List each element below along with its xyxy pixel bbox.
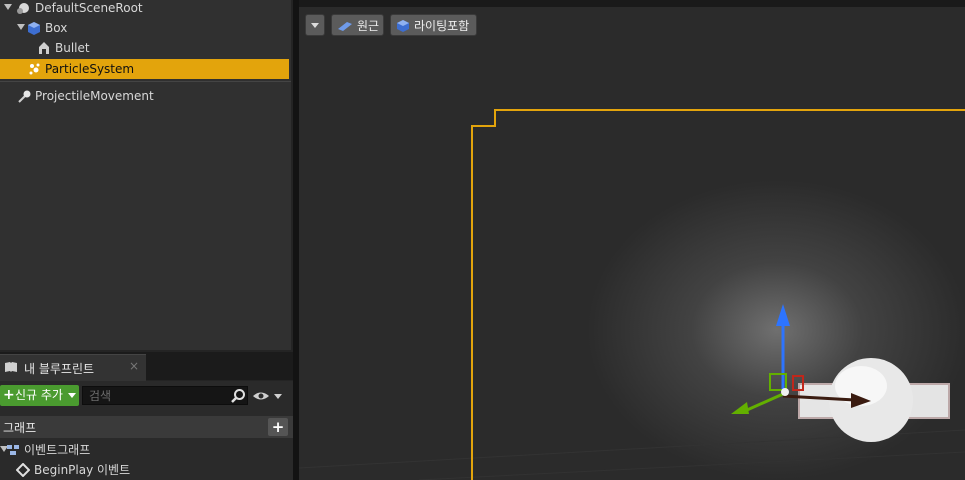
viewport-options-button[interactable] <box>305 14 325 36</box>
tree-item-label: ParticleSystem <box>45 62 135 76</box>
expand-arrow-icon[interactable] <box>4 4 12 10</box>
viewport[interactable] <box>299 0 965 480</box>
perspective-button[interactable]: 원근 <box>331 14 384 36</box>
tree-item-label: Bullet <box>55 41 90 55</box>
tree-item-default-scene-root[interactable]: DefaultSceneRoot <box>0 0 291 18</box>
add-new-label: 신규 추가 <box>15 388 63 402</box>
gizmo-y-arrow[interactable] <box>731 402 749 414</box>
chevron-down-icon <box>68 393 76 398</box>
search-icon[interactable] <box>230 388 246 404</box>
gizmo-center[interactable] <box>781 388 789 396</box>
tree-item-label: ProjectileMovement <box>35 89 154 103</box>
chevron-down-icon <box>311 23 319 28</box>
graphs-section-header[interactable]: 그래프 <box>0 416 293 438</box>
gizmo-y-axis[interactable] <box>746 392 784 412</box>
gizmo-z-arrow[interactable] <box>776 304 790 326</box>
tree-item-bullet[interactable]: Bullet <box>0 38 291 58</box>
add-new-button[interactable]: + 신규 추가 <box>0 385 79 406</box>
tree-item-label: Box <box>45 21 68 35</box>
lit-mode-icon <box>397 20 409 32</box>
tree-item-label: DefaultSceneRoot <box>35 1 143 15</box>
close-icon[interactable]: × <box>129 359 139 373</box>
plus-icon: + <box>3 387 15 403</box>
perspective-icon <box>338 22 352 31</box>
projectile-movement-icon <box>18 90 31 103</box>
perspective-label: 원근 <box>357 19 380 33</box>
book-icon <box>5 362 17 372</box>
scene-root-icon <box>17 3 29 14</box>
static-mesh-icon <box>39 42 49 54</box>
tree-item-label: 이벤트그래프 <box>24 443 91 457</box>
search-input[interactable] <box>82 386 248 405</box>
expand-arrow-icon[interactable] <box>17 24 25 30</box>
graphs-header-label: 그래프 <box>3 421 37 435</box>
box-component-icon <box>28 22 40 35</box>
tree-item-projectile-movement[interactable]: ProjectileMovement <box>0 86 291 106</box>
eye-icon[interactable] <box>252 389 284 403</box>
tree-item-begin-play[interactable]: BeginPlay 이벤트 <box>0 460 293 480</box>
lighting-mode-button[interactable]: 라이팅포함 <box>390 14 477 36</box>
lighting-mode-label: 라이팅포함 <box>414 19 470 33</box>
viewport-scene <box>299 109 965 480</box>
tree-item-label: BeginPlay 이벤트 <box>34 463 131 477</box>
components-tree: DefaultSceneRoot Box Bullet ParticleSyst… <box>0 0 291 350</box>
graph-icon <box>7 445 19 455</box>
tree-item-event-graph[interactable]: 이벤트그래프 <box>0 440 293 460</box>
viewport-tabstrip <box>299 0 965 7</box>
tree-item-particle-system[interactable]: ParticleSystem <box>0 59 289 79</box>
tree-item-box[interactable]: Box <box>0 18 291 38</box>
tab-my-blueprint[interactable]: 내 블루프린트 × <box>0 354 146 381</box>
tab-label: 내 블루프린트 <box>24 362 95 376</box>
left-panel: DefaultSceneRoot Box Bullet ParticleSyst… <box>0 0 293 480</box>
particle-system-icon <box>29 63 40 75</box>
event-diamond-icon <box>16 463 30 477</box>
tree-divider <box>0 81 291 82</box>
add-graph-button[interactable]: + <box>268 418 288 436</box>
